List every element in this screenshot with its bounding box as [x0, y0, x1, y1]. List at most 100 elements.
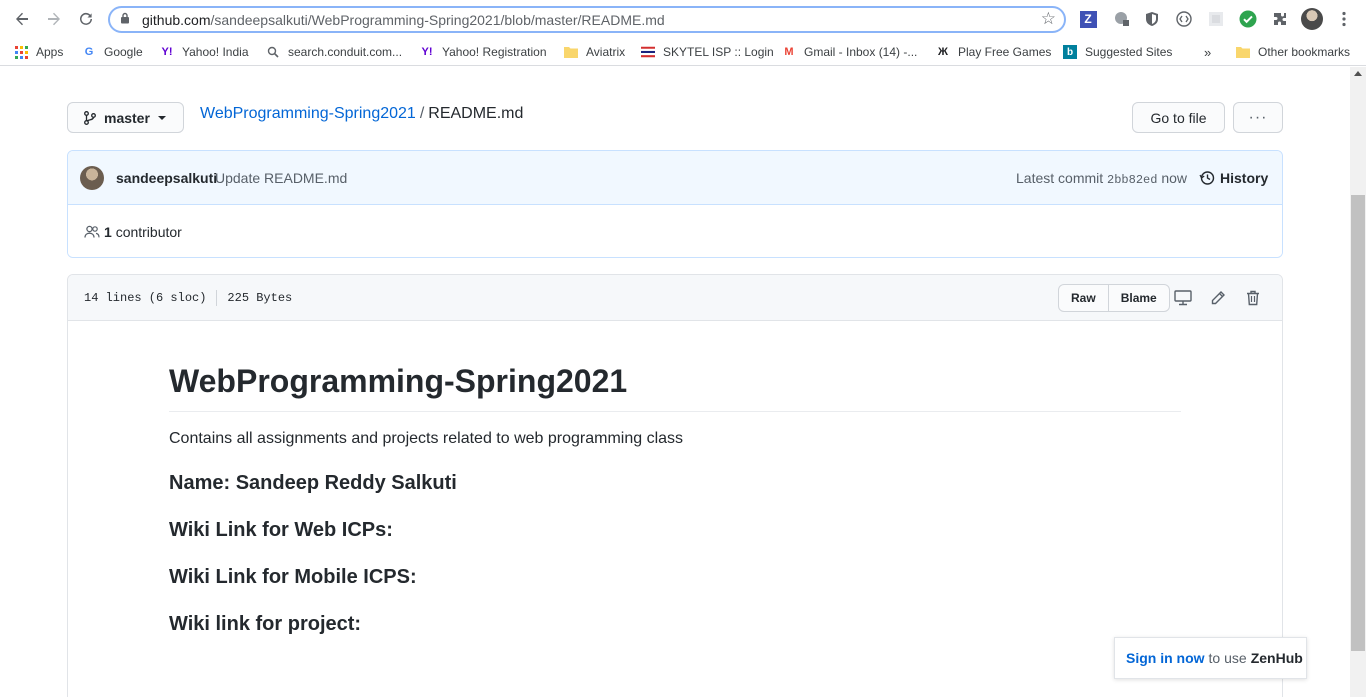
scroll-up-arrow-icon[interactable] — [1354, 71, 1362, 76]
zenhub-brand: ZenHub — [1250, 650, 1303, 666]
breadcrumb-separator: / — [419, 105, 425, 122]
code-extension-icon[interactable] — [1174, 9, 1194, 29]
pencil-edit-icon[interactable] — [1209, 289, 1227, 307]
grid-extension-icon[interactable] — [1206, 9, 1226, 29]
zenhub-signin-banner: Sign in now to use ZenHub — [1114, 637, 1307, 679]
readme-title: WebProgramming-Spring2021 — [169, 321, 1181, 412]
address-bar[interactable]: github.com/sandeepsalkuti/WebProgramming… — [108, 6, 1066, 33]
bookmark-label: Yahoo! India — [182, 45, 249, 59]
chevron-down-icon — [157, 115, 166, 120]
bookmark-skytel[interactable]: SKYTEL ISP :: Login — [641, 43, 774, 61]
forward-icon[interactable] — [42, 8, 66, 30]
readme-heading-project: Wiki link for project: — [169, 613, 362, 635]
readme-heading-name: Name: Sandeep Reddy Salkuti — [169, 472, 457, 494]
history-label: History — [1220, 170, 1269, 186]
bookmark-label: search.conduit.com... — [288, 45, 403, 59]
google-icon: G — [84, 46, 94, 58]
zenhub-text: to use — [1208, 650, 1247, 666]
bookmark-aviatrix[interactable]: Aviatrix — [564, 43, 625, 61]
commit-author-link[interactable]: sandeepsalkuti — [116, 170, 217, 186]
reload-icon[interactable] — [74, 8, 98, 30]
file-header: 14 lines (6 sloc) 225 Bytes Raw Blame — [68, 275, 1282, 321]
apps-grid-icon — [14, 45, 28, 59]
file-viewer: 14 lines (6 sloc) 225 Bytes Raw Blame We… — [67, 274, 1283, 697]
contributors-row: 1 contributor — [68, 205, 1282, 257]
chrome-menu-icon[interactable] — [1334, 9, 1354, 29]
bookmark-suggested-sites[interactable]: b Suggested Sites — [1063, 43, 1172, 61]
yahoo-icon: Y! — [421, 46, 433, 58]
search-icon — [266, 45, 280, 59]
file-lines: 14 lines (6 sloc) — [84, 291, 207, 305]
bookmark-label: Play Free Games — [958, 45, 1052, 59]
readme-content: WebProgramming-Spring2021 Contains all a… — [169, 321, 1181, 636]
github-page: master WebProgramming-Spring2021/README.… — [0, 67, 1350, 697]
zotero-extension-icon[interactable]: Z — [1078, 9, 1098, 29]
puzzle-extensions-icon[interactable] — [1270, 9, 1290, 29]
browser-toolbar: github.com/sandeepsalkuti/WebProgramming… — [0, 0, 1366, 38]
bookmark-yahoo-registration[interactable]: Y! Yahoo! Registration — [420, 43, 547, 61]
history-link[interactable]: History — [1199, 170, 1268, 186]
go-to-file-button[interactable]: Go to file — [1132, 102, 1225, 133]
blame-button[interactable]: Blame — [1107, 285, 1169, 311]
shield-extension-icon[interactable] — [1142, 9, 1162, 29]
flag-icon — [641, 45, 655, 59]
bookmark-label: Aviatrix — [586, 45, 626, 59]
divider — [216, 290, 218, 306]
commit-box: sandeepsalkuti Update README.md Latest c… — [67, 150, 1283, 258]
bookmark-gmail[interactable]: M Gmail - Inbox (14) -... — [782, 43, 917, 61]
bookmark-play-free-games[interactable]: Ж Play Free Games — [936, 43, 1051, 61]
commit-message-link[interactable]: Update README.md — [215, 170, 347, 186]
yahoo-icon: Y! — [161, 46, 173, 58]
bookmark-label: Apps — [36, 45, 64, 59]
file-info: 14 lines (6 sloc) 225 Bytes — [84, 290, 292, 306]
bookmark-label: Gmail - Inbox (14) -... — [804, 45, 918, 59]
page-scrollbar[interactable] — [1350, 67, 1366, 697]
commit-time: now — [1161, 170, 1188, 186]
avatar[interactable] — [80, 166, 104, 190]
breadcrumb: WebProgramming-Spring2021/README.md — [200, 105, 523, 123]
trash-icon[interactable] — [1244, 289, 1262, 307]
check-extension-icon[interactable] — [1238, 9, 1258, 29]
url-text: github.com/sandeepsalkuti/WebProgramming… — [142, 12, 665, 28]
bookmark-label: Yahoo! Registration — [442, 45, 547, 59]
people-icon — [84, 225, 100, 239]
games-icon: Ж — [938, 46, 948, 58]
contributors-label: contributor — [115, 224, 182, 240]
bookmark-label: Suggested Sites — [1085, 45, 1173, 59]
contributors-link[interactable]: 1 contributor — [84, 224, 182, 240]
branch-select-button[interactable]: master — [67, 102, 184, 133]
bookmark-star-icon[interactable]: ☆ — [1041, 9, 1056, 29]
history-icon — [1199, 170, 1215, 186]
repo-link[interactable]: WebProgramming-Spring2021 — [200, 105, 416, 122]
readme-description: Contains all assignments and projects re… — [169, 430, 684, 447]
bookmark-google[interactable]: G Google — [82, 43, 143, 61]
file-name: README.md — [428, 105, 524, 122]
bing-icon: b — [1063, 45, 1077, 59]
desktop-icon[interactable] — [1174, 289, 1192, 307]
bookmarks-bar: Apps G Google Y! Yahoo! India search.condu… — [0, 38, 1366, 66]
back-icon[interactable] — [10, 8, 34, 30]
more-bookmarks-icon[interactable]: » — [1204, 43, 1211, 61]
bookmark-label: Other bookmarks — [1258, 45, 1351, 59]
branch-name: master — [104, 109, 150, 126]
latest-commit-label: Latest commit — [1016, 170, 1104, 186]
scrollbar-thumb[interactable] — [1351, 195, 1365, 651]
bookmark-other-bookmarks[interactable]: Other bookmarks — [1236, 43, 1350, 61]
zenhub-sign-in-link[interactable]: Sign in now — [1126, 650, 1205, 666]
bookmark-search-conduit[interactable]: search.conduit.com... — [266, 43, 402, 61]
extension-icon[interactable] — [1112, 9, 1132, 29]
more-options-button[interactable]: ··· — [1233, 102, 1283, 133]
bookmark-apps[interactable]: Apps — [14, 43, 63, 61]
profile-avatar[interactable] — [1301, 8, 1323, 30]
file-size: 225 Bytes — [227, 291, 293, 305]
latest-commit-info: Latest commit 2bb82ed now — [1016, 170, 1187, 187]
latest-commit-header: sandeepsalkuti Update README.md Latest c… — [68, 151, 1282, 205]
bookmark-yahoo-india[interactable]: Y! Yahoo! India — [160, 43, 249, 61]
more-bookmarks-label: » — [1204, 44, 1212, 60]
bookmark-label: SKYTEL ISP :: Login — [663, 45, 774, 59]
raw-button[interactable]: Raw — [1059, 285, 1108, 311]
file-actions-group: Raw Blame — [1058, 284, 1170, 312]
commit-sha-link[interactable]: 2bb82ed — [1107, 173, 1157, 187]
git-branch-icon — [84, 110, 96, 125]
bookmark-label: Google — [104, 45, 143, 59]
